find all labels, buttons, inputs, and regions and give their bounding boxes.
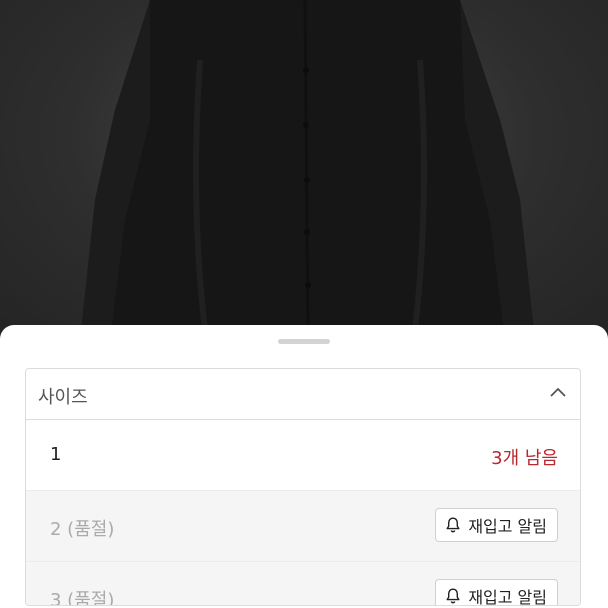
sheet-drag-handle[interactable] (278, 339, 330, 344)
size-option-1[interactable]: 1 3개 남음 (26, 420, 580, 491)
size-selector: 사이즈 1 3개 남음 2 (품절) 재입고 알림 3 (품절) 재입고 알림 (25, 368, 581, 606)
size-option-label: 3 (품절) (50, 590, 115, 606)
bell-icon (446, 588, 460, 604)
bell-icon (446, 517, 460, 533)
restock-alert-button[interactable]: 재입고 알림 (435, 579, 558, 606)
bottom-sheet: 사이즈 1 3개 남음 2 (품절) 재입고 알림 3 (품절) 재입고 알림 (0, 325, 608, 608)
chevron-up-icon[interactable] (548, 383, 568, 403)
size-option-3: 3 (품절) 재입고 알림 (26, 562, 580, 606)
restock-alert-label: 재입고 알림 (468, 588, 547, 606)
product-photo (0, 0, 608, 340)
black-shirt-image (80, 0, 535, 340)
size-option-2: 2 (품절) 재입고 알림 (26, 491, 580, 562)
restock-alert-label: 재입고 알림 (468, 517, 547, 536)
stock-remaining-text: 3개 남음 (491, 448, 558, 469)
size-option-label: 1 (50, 444, 62, 465)
size-option-label: 2 (품절) (50, 519, 115, 540)
size-selector-title: 사이즈 (38, 387, 88, 408)
restock-alert-button[interactable]: 재입고 알림 (435, 508, 558, 542)
size-selector-header[interactable]: 사이즈 (26, 369, 580, 420)
